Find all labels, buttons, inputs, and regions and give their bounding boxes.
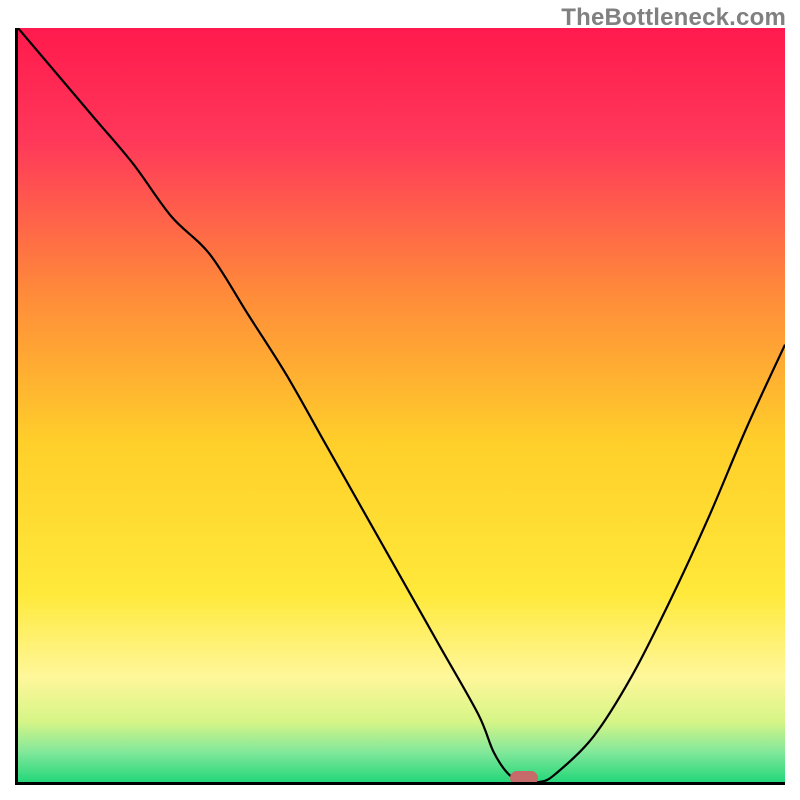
curve-layer [18, 28, 785, 782]
plot-area [15, 28, 785, 785]
chart-container: TheBottleneck.com [0, 0, 800, 800]
plot-inner [18, 28, 785, 782]
bottleneck-curve [18, 28, 785, 782]
optimal-marker [510, 771, 538, 782]
